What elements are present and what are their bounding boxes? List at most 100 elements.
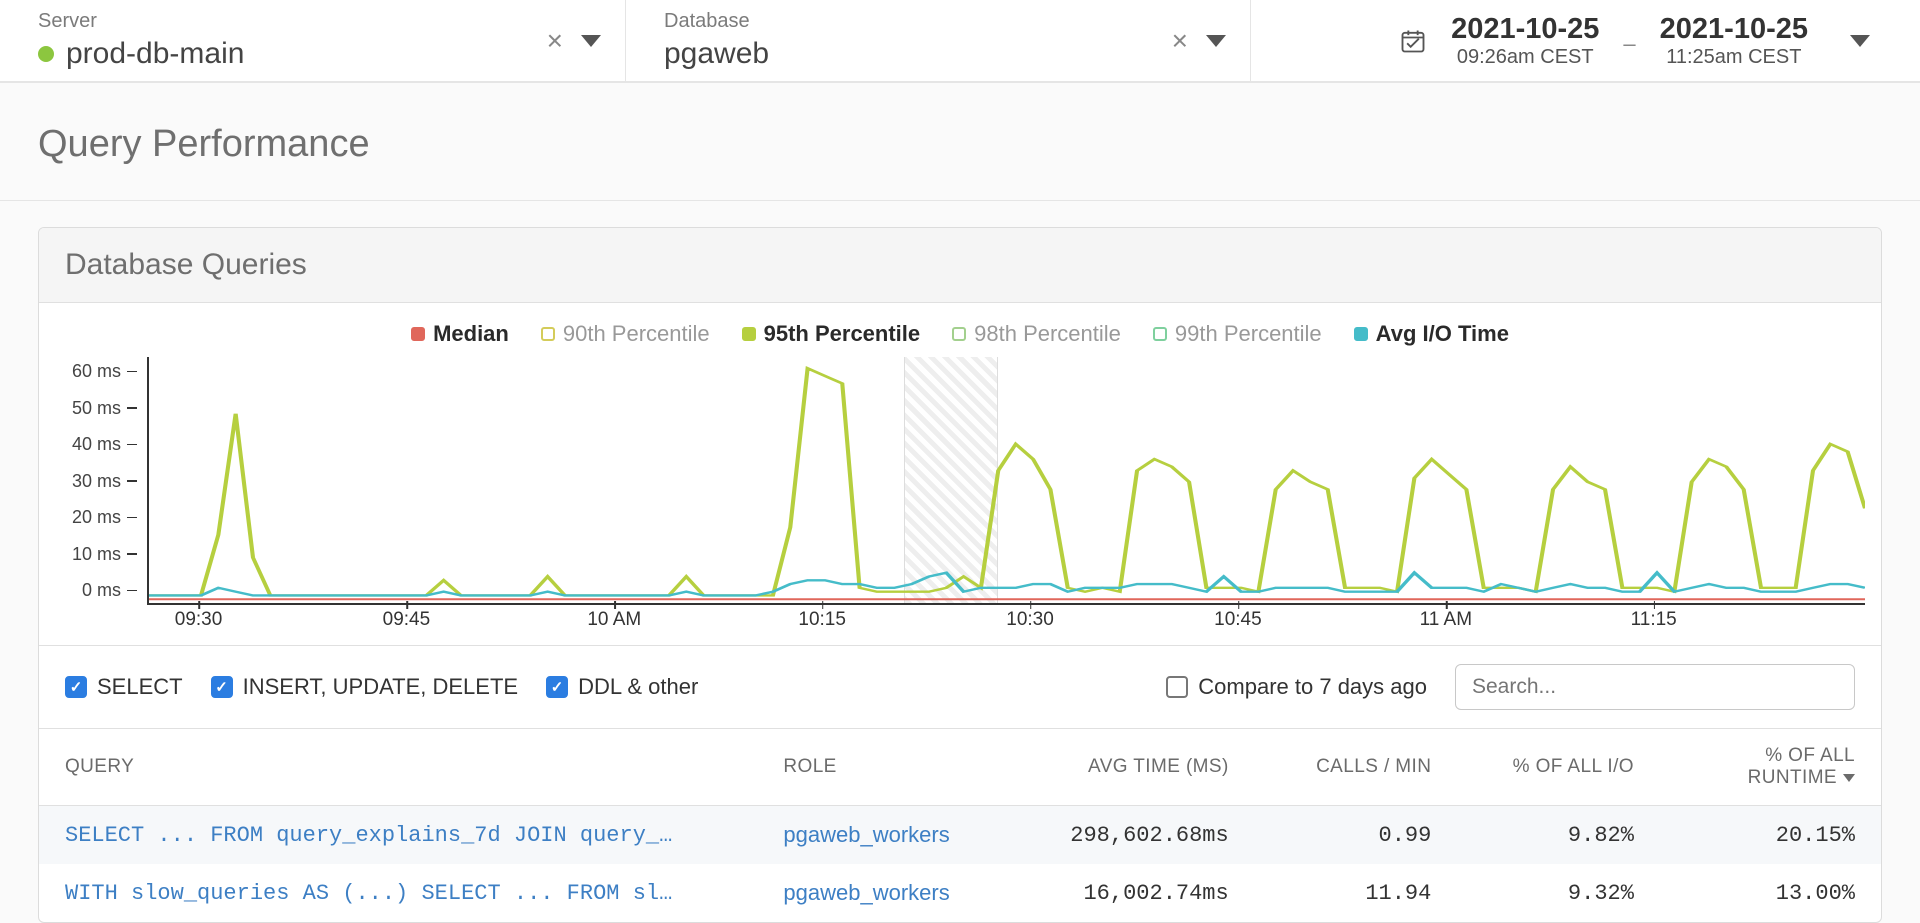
cell-calls-min: 11.94 bbox=[1255, 864, 1458, 922]
x-tick: 10 AM bbox=[587, 609, 641, 631]
server-dropdown-caret-icon[interactable] bbox=[581, 35, 601, 47]
calendar-icon bbox=[1399, 27, 1427, 55]
server-clear-icon[interactable]: × bbox=[547, 27, 563, 55]
query-latency-chart[interactable]: Median 90th Percentile 95th Percentile 98th… bbox=[39, 303, 1881, 645]
date-range-selector[interactable]: 2021-10-25 09:26am CEST – 2021-10-25 11:… bbox=[1250, 0, 1920, 81]
context-selector-bar: Server prod-db-main × Database pgaweb × … bbox=[0, 0, 1920, 83]
cell-query[interactable]: WITH slow_queries AS (...) SELECT ... FR… bbox=[39, 864, 757, 922]
database-selector[interactable]: Database pgaweb × bbox=[625, 0, 1250, 81]
cell-avg-time: 16,002.74ms bbox=[1015, 864, 1254, 922]
legend-item[interactable]: 99th Percentile bbox=[1153, 321, 1322, 347]
date-to-date: 2021-10-25 bbox=[1660, 13, 1808, 46]
server-status-dot-icon bbox=[38, 46, 54, 62]
filter-select-checkbox[interactable]: ✓ SELECT bbox=[65, 674, 183, 700]
database-dropdown-caret-icon[interactable] bbox=[1206, 35, 1226, 47]
database-clear-icon[interactable]: × bbox=[1172, 27, 1188, 55]
chart-y-axis: 60 ms 50 ms 40 ms 30 ms 20 ms 10 ms 0 ms bbox=[55, 361, 147, 601]
card-title: Database Queries bbox=[39, 228, 1881, 303]
date-from-date: 2021-10-25 bbox=[1451, 13, 1599, 46]
checkbox-checked-icon: ✓ bbox=[65, 676, 87, 698]
cell-pct-runtime: 20.15% bbox=[1660, 806, 1881, 865]
queries-table: QUERY ROLE AVG TIME (MS) CALLS / MIN % O… bbox=[39, 728, 1881, 922]
y-tick: 0 ms bbox=[82, 580, 137, 601]
date-to: 2021-10-25 11:25am CEST bbox=[1660, 13, 1808, 69]
server-value: prod-db-main bbox=[66, 37, 244, 71]
legend-label: Avg I/O Time bbox=[1376, 321, 1509, 347]
database-value: pgaweb bbox=[664, 37, 1212, 71]
table-row[interactable]: SELECT ... FROM query_explains_7d JOIN q… bbox=[39, 806, 1881, 865]
chart-x-axis: 09:30 09:45 10 AM 10:15 10:30 10:45 11 AM 11:15 bbox=[147, 605, 1865, 639]
col-query[interactable]: QUERY bbox=[39, 729, 757, 806]
legend-swatch-icon bbox=[742, 327, 756, 341]
cell-role[interactable]: pgaweb_workers bbox=[757, 806, 1015, 865]
checkbox-checked-icon: ✓ bbox=[546, 676, 568, 698]
x-tick: 10:30 bbox=[1006, 609, 1054, 631]
compare-label: Compare to 7 days ago bbox=[1198, 674, 1427, 700]
date-from-time: 09:26am CEST bbox=[1451, 46, 1599, 69]
chart-legend: Median 90th Percentile 95th Percentile 98th… bbox=[55, 321, 1865, 347]
y-tick: 40 ms bbox=[72, 434, 137, 455]
cell-avg-time: 298,602.68ms bbox=[1015, 806, 1254, 865]
legend-item[interactable]: Avg I/O Time bbox=[1354, 321, 1509, 347]
col-avg-time[interactable]: AVG TIME (MS) bbox=[1015, 729, 1254, 806]
server-selector[interactable]: Server prod-db-main × bbox=[0, 0, 625, 81]
x-tick: 09:45 bbox=[383, 609, 431, 631]
col-calls-min[interactable]: CALLS / MIN bbox=[1255, 729, 1458, 806]
checkbox-checked-icon: ✓ bbox=[211, 676, 233, 698]
legend-label: 90th Percentile bbox=[563, 321, 710, 347]
col-pct-runtime[interactable]: % OF ALL RUNTIME bbox=[1660, 729, 1881, 806]
database-label: Database bbox=[664, 10, 1212, 33]
filter-select-label: SELECT bbox=[97, 674, 183, 700]
legend-swatch-icon bbox=[952, 327, 966, 341]
legend-item[interactable]: 95th Percentile bbox=[742, 321, 921, 347]
cell-pct-io: 9.82% bbox=[1457, 806, 1660, 865]
y-tick: 30 ms bbox=[72, 471, 137, 492]
server-label: Server bbox=[38, 10, 587, 33]
filter-ddl-checkbox[interactable]: ✓ DDL & other bbox=[546, 674, 698, 700]
y-tick: 10 ms bbox=[72, 544, 137, 565]
legend-item[interactable]: 90th Percentile bbox=[541, 321, 710, 347]
legend-item[interactable]: Median bbox=[411, 321, 509, 347]
cell-pct-runtime: 13.00% bbox=[1660, 864, 1881, 922]
x-tick: 11:15 bbox=[1631, 609, 1677, 631]
cell-pct-io: 9.32% bbox=[1457, 864, 1660, 922]
filter-iud-checkbox[interactable]: ✓ INSERT, UPDATE, DELETE bbox=[211, 674, 518, 700]
checkbox-unchecked-icon bbox=[1166, 676, 1188, 698]
chart-lines bbox=[149, 357, 1865, 603]
col-role[interactable]: ROLE bbox=[757, 729, 1015, 806]
x-tick: 09:30 bbox=[175, 609, 223, 631]
chart-plot-area[interactable] bbox=[147, 357, 1865, 605]
date-from: 2021-10-25 09:26am CEST bbox=[1451, 13, 1599, 69]
legend-swatch-icon bbox=[541, 327, 555, 341]
series-line bbox=[149, 573, 1865, 596]
x-tick: 11 AM bbox=[1420, 609, 1472, 631]
compare-checkbox[interactable]: Compare to 7 days ago bbox=[1166, 674, 1427, 700]
legend-item[interactable]: 98th Percentile bbox=[952, 321, 1121, 347]
database-queries-card: Database Queries Median 90th Percentile 95… bbox=[38, 227, 1882, 923]
date-dropdown-caret-icon[interactable] bbox=[1850, 35, 1870, 47]
legend-swatch-icon bbox=[411, 327, 425, 341]
legend-label: 95th Percentile bbox=[764, 321, 921, 347]
date-to-time: 11:25am CEST bbox=[1660, 46, 1808, 69]
y-tick: 20 ms bbox=[72, 507, 137, 528]
filter-iud-label: INSERT, UPDATE, DELETE bbox=[243, 674, 518, 700]
cell-role[interactable]: pgaweb_workers bbox=[757, 864, 1015, 922]
x-tick: 10:45 bbox=[1214, 609, 1262, 631]
date-separator: – bbox=[1623, 31, 1635, 71]
y-tick: 60 ms bbox=[72, 361, 137, 382]
search-input[interactable] bbox=[1455, 664, 1855, 710]
legend-label: Median bbox=[433, 321, 509, 347]
legend-label: 98th Percentile bbox=[974, 321, 1121, 347]
cell-query[interactable]: SELECT ... FROM query_explains_7d JOIN q… bbox=[39, 806, 757, 865]
series-line bbox=[149, 368, 1865, 595]
filter-bar: ✓ SELECT ✓ INSERT, UPDATE, DELETE ✓ DDL … bbox=[39, 645, 1881, 728]
y-tick: 50 ms bbox=[72, 398, 137, 419]
sort-desc-icon bbox=[1843, 774, 1855, 782]
x-tick: 10:15 bbox=[798, 609, 846, 631]
col-pct-io[interactable]: % OF ALL I/O bbox=[1457, 729, 1660, 806]
cell-calls-min: 0.99 bbox=[1255, 806, 1458, 865]
table-row[interactable]: WITH slow_queries AS (...) SELECT ... FR… bbox=[39, 864, 1881, 922]
legend-label: 99th Percentile bbox=[1175, 321, 1322, 347]
page-title: Query Performance bbox=[0, 83, 1920, 201]
filter-ddl-label: DDL & other bbox=[578, 674, 698, 700]
